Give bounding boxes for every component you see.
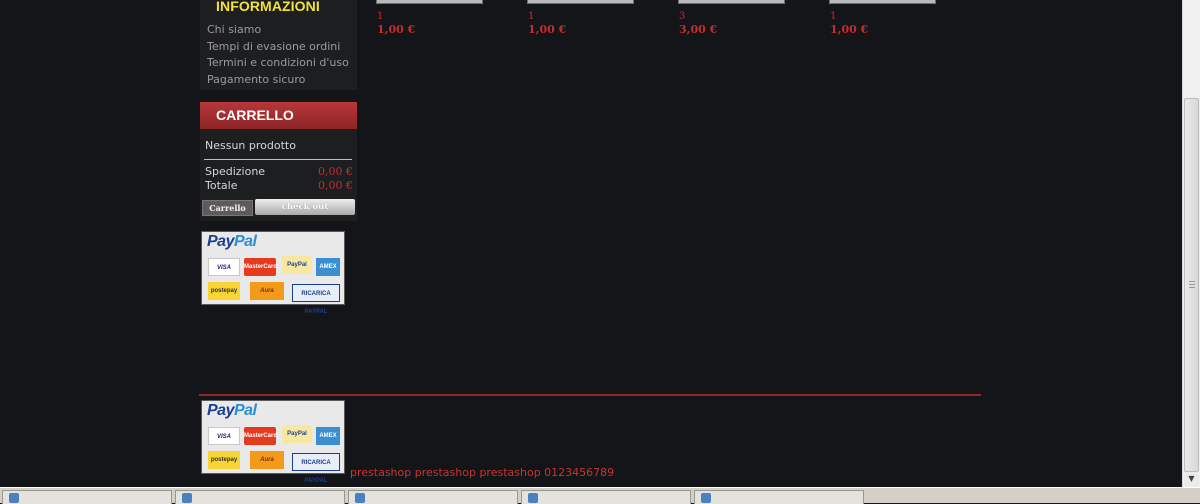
aura-icon: Aura [250,451,284,469]
paypal-card-icon: PayPal [282,256,312,274]
cart-header: CARRELLO [200,102,357,129]
footer-divider [199,394,981,396]
paypal-logo[interactable]: PayPal VISA MasterCard PayPal AMEX poste… [201,231,345,315]
product-quantity: 1 [377,11,384,22]
product-image[interactable] [829,0,936,4]
scroll-down-arrow-icon[interactable]: ▼ [1184,472,1199,486]
checkout-button[interactable]: check out [255,199,355,215]
product-image[interactable] [527,0,634,4]
cart-shipping-value: 0,00 € [318,165,353,178]
postepay-icon: postepay [208,451,240,469]
window-icon [182,493,192,503]
visa-icon: VISA [208,427,240,445]
page: INFORMAZIONI Chi siamo Tempi di evasione… [0,0,1182,487]
product-quantity: 1 [830,11,837,22]
product-item[interactable]: 3 3,00 € [678,0,785,40]
product-quantity: 1 [528,11,535,22]
product-image[interactable] [376,0,483,4]
cart-shipping-label: Spedizione [205,165,266,178]
footer-text: prestashop prestashop prestashop 0123456… [350,466,615,479]
window-icon [701,493,711,503]
cart-total-row: Totale 0,00 € [205,179,353,192]
product-price: 3,00 € [679,23,718,36]
cart-total-value: 0,00 € [318,179,353,192]
visa-icon: VISA [208,258,240,276]
taskbar-window-button[interactable] [521,490,691,504]
product-item[interactable]: 1 1,00 € [829,0,936,40]
cart-total-label: Totale [205,179,238,192]
taskbar [0,487,1200,504]
product-quantity: 3 [679,11,686,22]
taskbar-window-button[interactable] [694,490,864,504]
grip-line [1189,281,1195,282]
product-price: 1,00 € [528,23,567,36]
mastercard-icon: MasterCard [244,427,277,445]
ricarica-paypal-icon: RICARICA PAYPAL [292,284,340,315]
window-icon [355,493,365,503]
informazioni-title: INFORMAZIONI [216,0,320,14]
grip-line [1189,287,1195,288]
aura-icon: Aura [250,282,284,300]
taskbar-window-button[interactable] [2,490,172,504]
mastercard-icon: MasterCard [244,258,277,276]
paypal-wordmark: PayPal [207,233,257,250]
cart-empty-text: Nessun prodotto [205,139,296,152]
window-icon [528,493,538,503]
taskbar-window-button[interactable] [175,490,345,504]
link-tempi-evasione[interactable]: Tempi di evasione ordini [207,39,349,56]
cart-button[interactable]: Carrello [202,200,253,216]
product-price: 1,00 € [377,23,416,36]
postepay-icon: postepay [208,282,240,300]
grip-line [1189,284,1195,285]
link-termini-condizioni[interactable]: Termini e condizioni d'uso [207,55,349,72]
window-icon [9,493,19,503]
cart-divider [204,159,352,160]
product-item[interactable]: 1 1,00 € [527,0,634,40]
cart-title: CARRELLO [216,107,294,123]
ricarica-paypal-icon: RICARICA PAYPAL [292,453,340,484]
paypal-wordmark: PayPal [207,402,257,419]
paypal-card-icon: PayPal [282,425,312,443]
link-pagamento-sicuro[interactable]: Pagamento sicuro [207,72,349,89]
cart-shipping-row: Spedizione 0,00 € [205,165,353,178]
amex-icon: AMEX [316,427,340,445]
product-price: 1,00 € [830,23,869,36]
scrollbar-thumb[interactable] [1184,98,1199,472]
amex-icon: AMEX [316,258,340,276]
footer-paypal-logo[interactable]: PayPal VISA MasterCard PayPal AMEX poste… [201,400,345,484]
vertical-scrollbar[interactable]: ▼ [1182,0,1200,487]
product-image[interactable] [678,0,785,4]
informazioni-block: INFORMAZIONI Chi siamo Tempi di evasione… [200,0,357,90]
taskbar-window-button[interactable] [348,490,518,504]
product-item[interactable]: 1 1,00 € [376,0,483,40]
informazioni-links: Chi siamo Tempi di evasione ordini Termi… [207,22,349,89]
link-chi-siamo[interactable]: Chi siamo [207,22,349,39]
